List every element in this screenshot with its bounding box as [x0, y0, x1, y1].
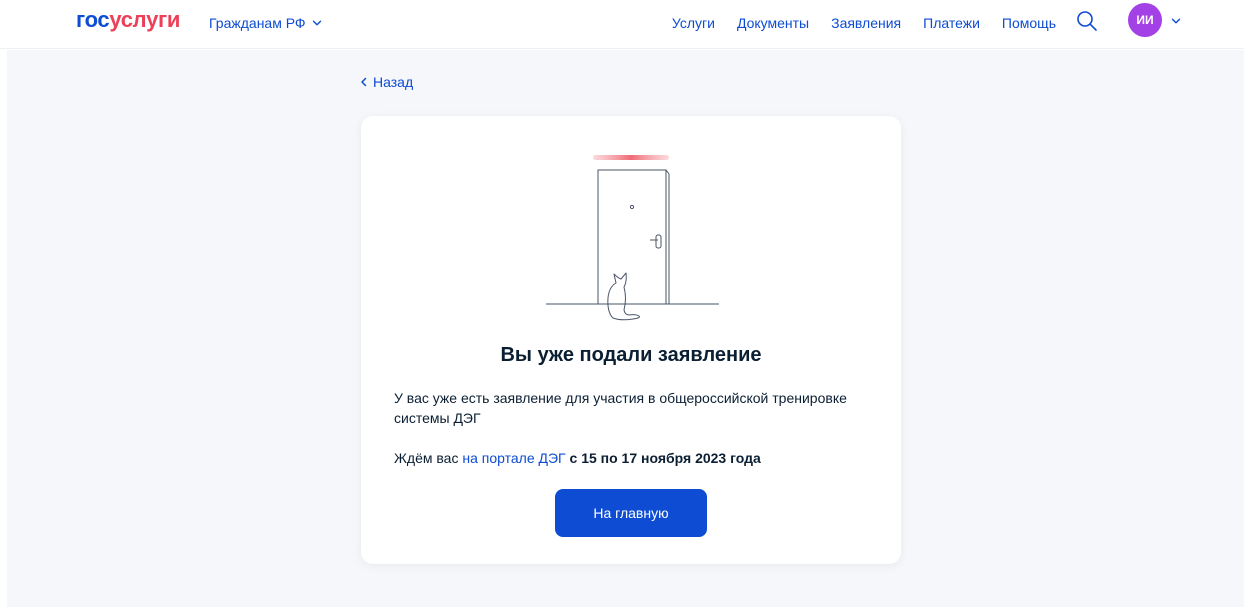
site-header: госуслуги Гражданам РФ Услуги Документы …: [0, 0, 1244, 49]
region-label: Гражданам РФ: [209, 15, 306, 31]
avatar-initials: ИИ: [1136, 13, 1154, 27]
main-content: Назад Вы уже подали заявление У вас уже …: [7, 50, 1244, 607]
nav-payments[interactable]: Платежи: [923, 15, 980, 31]
nav-documents[interactable]: Документы: [737, 15, 809, 31]
wait-dates: с 15 по 17 ноября 2023 года: [565, 450, 761, 466]
status-card: Вы уже подали заявление У вас уже есть з…: [361, 116, 901, 564]
door-with-cat-illustration: [546, 155, 719, 321]
back-label: Назад: [373, 74, 414, 90]
main-nav: Услуги Документы Заявления Платежи Помощ…: [672, 15, 1056, 31]
region-selector[interactable]: Гражданам РФ: [209, 15, 322, 31]
wait-text: Ждём вас на портале ДЭГ с 15 по 17 ноябр…: [394, 448, 884, 468]
card-text: У вас уже есть заявление для участия в о…: [394, 390, 847, 426]
logo-part-uslugi: услуги: [109, 7, 181, 32]
go-home-button[interactable]: На главную: [555, 489, 707, 537]
chevron-down-icon: [312, 20, 321, 26]
user-avatar[interactable]: ИИ: [1128, 3, 1162, 37]
gosuslugi-logo[interactable]: госуслуги: [76, 7, 180, 33]
logo-part-gos: гос: [76, 7, 110, 32]
nav-services[interactable]: Услуги: [672, 15, 715, 31]
card-title: Вы уже подали заявление: [500, 344, 762, 366]
wait-prefix: Ждём вас: [394, 450, 463, 466]
nav-help[interactable]: Помощь: [1002, 15, 1056, 31]
search-icon[interactable]: [1075, 9, 1099, 33]
deg-portal-link[interactable]: на портале ДЭГ: [462, 450, 565, 466]
chevron-down-icon[interactable]: [1171, 16, 1181, 26]
chevron-left-icon: [361, 77, 367, 87]
nav-applications[interactable]: Заявления: [831, 15, 901, 31]
back-link[interactable]: Назад: [360, 74, 413, 90]
